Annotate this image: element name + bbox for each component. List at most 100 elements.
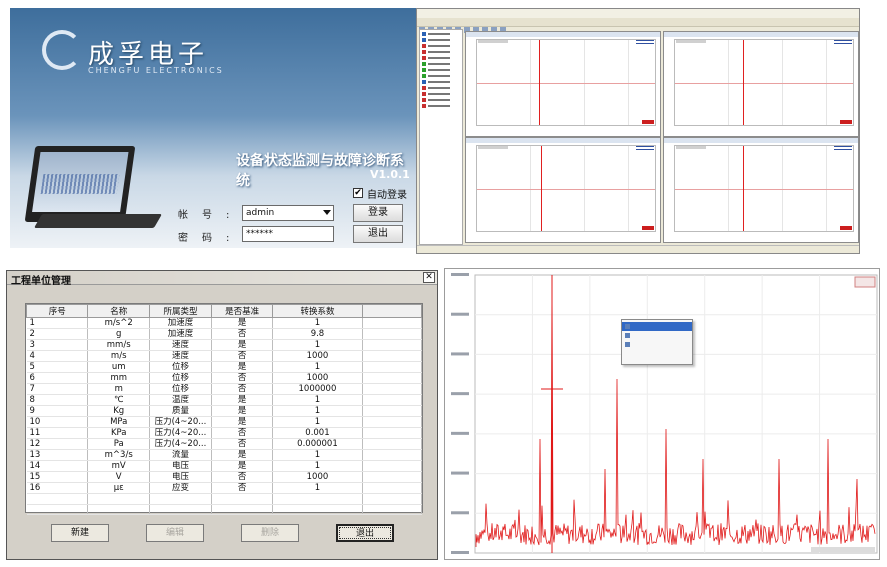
tree-node[interactable] [422, 85, 460, 90]
column-header-factor[interactable]: 转换系数 [272, 304, 363, 318]
cell-index: 13 [26, 449, 89, 461]
table-row[interactable]: 8 ℃ 温度是 1 [26, 394, 423, 406]
waveform-chart[interactable] [663, 137, 859, 243]
cell-unit-name: με [87, 482, 151, 494]
cell-factor: 1000 [272, 372, 363, 384]
cell-empty [87, 504, 151, 516]
cell-index: 8 [26, 394, 89, 406]
tree-node[interactable] [422, 73, 460, 78]
column-header-index[interactable]: 序号 [25, 304, 89, 318]
cell-unit-type: 温度 [149, 394, 212, 406]
table-row[interactable]: 10 MPa 压力(4~20... 是 1 [26, 416, 423, 428]
column-header-type[interactable]: 所属类型 [149, 304, 212, 318]
readout-box [854, 276, 876, 288]
tree-node[interactable] [422, 49, 460, 54]
chevron-down-icon[interactable] [323, 210, 331, 215]
tree-node[interactable] [422, 79, 460, 84]
table-row[interactable]: 15 V 电压否 1000 [26, 471, 423, 483]
tree-node[interactable] [422, 67, 460, 72]
context-menu-item[interactable] [622, 331, 692, 340]
table-row[interactable]: 12 Pa 压力(4~20... 否 0.000001 [26, 438, 423, 450]
column-header-name[interactable]: 名称 [87, 304, 151, 318]
password-field[interactable]: ****** [242, 226, 334, 242]
tree-node[interactable] [422, 43, 460, 48]
cell-unit-name: Pa [87, 438, 151, 450]
cell-factor: 1 [272, 317, 363, 329]
spectrum-chart[interactable] [444, 268, 880, 560]
cell-empty [362, 416, 423, 428]
cell-factor: 1 [272, 394, 363, 406]
cell-unit-type: 位移 [149, 361, 212, 373]
cell-unit-type: 位移 [149, 383, 212, 395]
new-button[interactable]: 新建 [51, 524, 109, 542]
auto-login-label: 自动登录 [367, 190, 407, 201]
cell-is-base: 是 [211, 339, 274, 351]
context-menu[interactable] [621, 319, 693, 365]
tree-node[interactable] [422, 61, 460, 66]
y-tick-label [451, 392, 469, 396]
table-row[interactable]: 4 m/s 速度否 1000 [26, 350, 423, 362]
table-row[interactable]: 3 mm/s 速度是 1 [26, 339, 423, 351]
spectrum-plot[interactable] [445, 269, 880, 560]
cell-empty [272, 493, 363, 505]
cell-factor: 1000 [272, 471, 363, 483]
device-tree[interactable] [419, 29, 463, 245]
tree-node[interactable] [422, 37, 460, 42]
cell-factor: 1000 [272, 350, 363, 362]
close-icon[interactable]: ✕ [423, 272, 435, 283]
table-row[interactable]: 5 um 位移是 1 [26, 361, 423, 373]
table-row[interactable]: 9 Kg 质量是 1 [26, 405, 423, 417]
cell-empty [272, 504, 363, 516]
cell-empty [362, 405, 423, 417]
table-row[interactable]: 1 m/s^2 加速度是 1 [26, 317, 423, 329]
table-row[interactable]: 16 με 应变否 1 [26, 482, 423, 494]
cell-is-base: 否 [211, 372, 274, 384]
account-select[interactable]: admin [242, 205, 334, 221]
cell-index: 2 [26, 328, 89, 340]
cell-factor: 0.000001 [272, 438, 363, 450]
table-row-empty [26, 493, 423, 505]
waveform-chart[interactable] [465, 31, 661, 137]
cell-index: 10 [26, 416, 89, 428]
tree-node[interactable] [422, 55, 460, 60]
dialog-title-bar[interactable]: 工程单位管理 ✕ [7, 271, 437, 287]
context-menu-item[interactable] [622, 340, 692, 349]
tree-node[interactable] [422, 97, 460, 102]
tree-node[interactable] [422, 91, 460, 96]
cell-index: 5 [26, 361, 89, 373]
table-row[interactable]: 7 m 位移否 1000000 [26, 383, 423, 395]
edit-button[interactable]: 编辑 [146, 524, 204, 542]
company-logo-subtext: CHENGFU ELECTRONICS [88, 66, 224, 75]
cell-factor: 9.8 [272, 328, 363, 340]
cell-unit-name: mV [87, 460, 151, 472]
context-menu-item[interactable] [622, 357, 692, 366]
delete-button[interactable]: 删除 [241, 524, 299, 542]
cell-unit-name: m [87, 383, 151, 395]
cell-index: 16 [26, 482, 89, 494]
cell-unit-type: 质量 [149, 405, 212, 417]
exit-button[interactable]: 退出 [353, 225, 403, 243]
cell-index: 4 [26, 350, 89, 362]
table-row[interactable]: 6 mm 位移否 1000 [26, 372, 423, 384]
cell-is-base: 是 [211, 394, 274, 406]
table-row[interactable]: 11 KPa 压力(4~20... 否 0.001 [26, 427, 423, 439]
tree-node[interactable] [422, 31, 460, 36]
y-tick-label [451, 312, 469, 316]
table-row[interactable]: 14 mV 电压是 1 [26, 460, 423, 472]
dialog-exit-button[interactable]: 退出 [336, 524, 394, 542]
table-row[interactable]: 13 m^3/s 流量是 1 [26, 449, 423, 461]
tree-node[interactable] [422, 103, 460, 108]
auto-login-checkbox[interactable]: ✔ [353, 188, 363, 198]
context-menu-item[interactable] [622, 322, 692, 331]
table-row[interactable]: 2 g 加速度否 9.8 [26, 328, 423, 340]
waveform-chart[interactable] [465, 137, 661, 243]
column-header-is-base[interactable]: 是否基准 [210, 304, 274, 318]
login-button[interactable]: 登录 [353, 204, 403, 222]
cell-empty [26, 493, 89, 505]
menu-bar[interactable] [417, 9, 859, 18]
toolbar[interactable] [417, 18, 859, 33]
waveform-chart[interactable] [663, 31, 859, 137]
unit-list[interactable]: 序号 名称 所属类型 是否基准 转换系数 1 m/s^2 加速度是 1 2 g 加速度否 9.… [25, 303, 423, 516]
cell-empty [362, 471, 423, 483]
menu-item-icon [625, 333, 630, 338]
